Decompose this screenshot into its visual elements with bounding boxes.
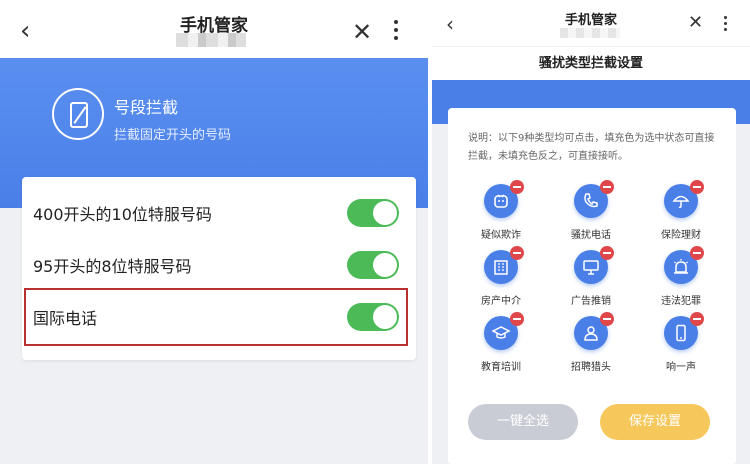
category-recruitment[interactable]: 招聘猎头 <box>556 312 626 388</box>
harassment-type-screen: ‹ 手机管家 ✕ 骚扰类型拦截设置 说明：以下9种类型均可点击，填充色为选中状态… <box>432 0 750 464</box>
category-label: 骚扰电话 <box>571 230 611 241</box>
category-label: 招聘猎头 <box>571 362 611 373</box>
save-button[interactable]: 保存设置 <box>600 404 710 440</box>
more-vertical-icon[interactable] <box>722 16 728 34</box>
phone-block-icon <box>52 88 104 140</box>
remove-badge-icon <box>690 312 704 326</box>
blurred-url <box>560 28 620 38</box>
toggle-switch[interactable] <box>347 251 399 279</box>
setting-label: 400开头的10位特服号码 <box>33 205 212 224</box>
category-one-ring[interactable]: 响一声 <box>646 312 716 388</box>
remove-badge-icon <box>510 312 524 326</box>
top-bar: ‹ 手机管家 ✕ <box>432 0 750 46</box>
remove-badge-icon <box>690 180 704 194</box>
setting-row-95: 95开头的8位特服号码 <box>22 239 416 291</box>
category-advertising[interactable]: 广告推销 <box>556 246 626 322</box>
category-crime[interactable]: 违法犯罪 <box>646 246 716 322</box>
category-label: 广告推销 <box>571 296 611 307</box>
category-label: 疑似欺诈 <box>481 230 521 241</box>
category-fraud[interactable]: 疑似欺诈 <box>466 180 536 256</box>
category-label: 教育培训 <box>481 362 521 373</box>
remove-badge-icon <box>690 246 704 260</box>
setting-label: 95开头的8位特服号码 <box>33 257 192 276</box>
blurred-url <box>176 33 246 47</box>
category-real-estate[interactable]: 房产中介 <box>466 246 536 322</box>
category-label: 房产中介 <box>481 296 521 307</box>
setting-row-400: 400开头的10位特服号码 <box>22 187 416 239</box>
remove-badge-icon <box>600 180 614 194</box>
remove-badge-icon <box>510 246 524 260</box>
more-vertical-icon[interactable] <box>392 20 400 44</box>
hero-title: 号段拦截 <box>114 98 179 117</box>
toggle-switch[interactable] <box>347 199 399 227</box>
category-label: 响一声 <box>666 362 696 373</box>
select-all-button[interactable]: 一键全选 <box>468 404 578 440</box>
highlight-box <box>24 288 408 346</box>
number-block-screen: ‹ 手机管家 ✕ 号段拦截 拦截固定开头的号码 400开头的10位特服号码 95… <box>0 0 428 464</box>
instruction-text: 说明：以下9种类型均可点击，填充色为选中状态可直接拦截，未填充色反之，可直接接听… <box>468 133 715 162</box>
category-harassment[interactable]: 骚扰电话 <box>556 180 626 256</box>
category-label: 保险理财 <box>661 230 701 241</box>
category-insurance[interactable]: 保险理财 <box>646 180 716 256</box>
remove-badge-icon <box>600 246 614 260</box>
remove-badge-icon <box>600 312 614 326</box>
remove-badge-icon <box>510 180 524 194</box>
page-title: 骚扰类型拦截设置 <box>432 46 750 80</box>
category-education[interactable]: 教育培训 <box>466 312 536 388</box>
top-bar: ‹ 手机管家 ✕ <box>0 0 428 58</box>
hero-subtitle: 拦截固定开头的号码 <box>114 128 232 143</box>
screenshot-root: ‹ 手机管家 ✕ 号段拦截 拦截固定开头的号码 400开头的10位特服号码 95… <box>0 0 750 464</box>
category-label: 违法犯罪 <box>661 296 701 307</box>
close-icon[interactable]: ✕ <box>352 20 372 44</box>
close-icon[interactable]: ✕ <box>688 14 703 32</box>
